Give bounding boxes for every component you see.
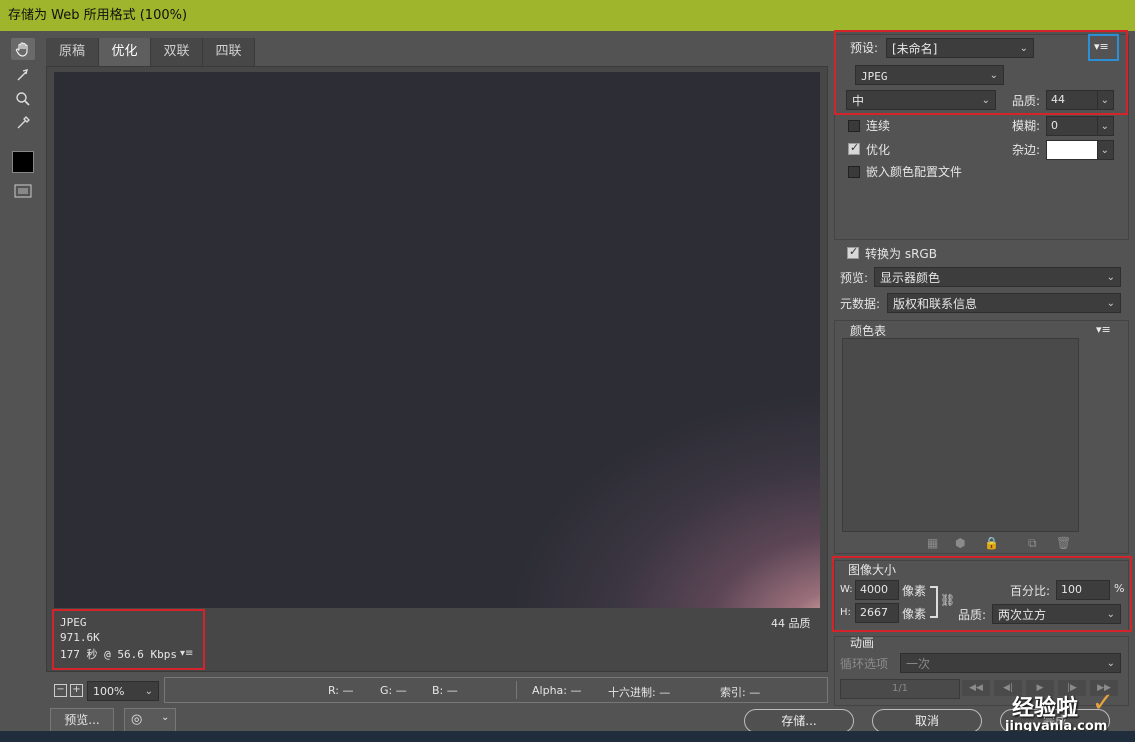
optimized-image-preview[interactable] bbox=[54, 72, 820, 608]
chevron-down-icon: ⌄ bbox=[1106, 658, 1115, 669]
first-frame-icon[interactable]: ◀◀ bbox=[962, 680, 990, 696]
trash-icon[interactable]: 🗑 bbox=[1056, 536, 1071, 550]
loop-options-label: 循环选项 bbox=[840, 657, 889, 671]
divider bbox=[516, 681, 517, 699]
zoom-out-icon[interactable]: − bbox=[54, 684, 67, 697]
readout-alpha: Alpha: — bbox=[532, 684, 582, 697]
metadata-label: 元数据: bbox=[840, 297, 881, 311]
blur-slider-toggle[interactable]: ⌄ bbox=[1097, 116, 1114, 136]
zoom-select[interactable]: 100% ⌄ bbox=[87, 681, 159, 701]
eyedropper-color-swatch[interactable] bbox=[12, 151, 34, 173]
tab-2up[interactable]: 双联 bbox=[151, 38, 203, 66]
readout-b: B: — bbox=[432, 684, 458, 697]
highlight-preview-info bbox=[52, 609, 205, 670]
chevron-down-icon: ⌄ bbox=[144, 686, 153, 697]
browser-select-button[interactable]: ◎ ⌄ bbox=[124, 708, 176, 732]
save-button[interactable]: 存储... bbox=[744, 709, 854, 733]
matte-label: 杂边: bbox=[1012, 143, 1041, 157]
zoom-icon[interactable] bbox=[11, 88, 35, 110]
progressive-checkbox[interactable] bbox=[848, 120, 860, 132]
blur-input[interactable]: 0 bbox=[1046, 116, 1100, 136]
preview-in-browser-button[interactable]: 预览... bbox=[50, 708, 114, 732]
browser-icon: ◎ bbox=[131, 712, 143, 727]
highlight-image-size bbox=[832, 556, 1132, 632]
chevron-down-icon: ⌄ bbox=[1106, 298, 1115, 309]
cancel-button[interactable]: 取消 bbox=[872, 709, 982, 733]
toggle-slices-icon[interactable] bbox=[11, 180, 35, 202]
embed-profile-checkbox[interactable] bbox=[848, 166, 860, 178]
os-taskbar bbox=[0, 731, 1135, 742]
watermark-logo: 经验啦 bbox=[1012, 696, 1079, 721]
chevron-down-icon: ⌄ bbox=[1100, 145, 1109, 156]
map-to-transparent-icon[interactable]: ▦ bbox=[927, 536, 938, 550]
tool-palette bbox=[6, 34, 40, 704]
web-snap-icon[interactable]: ⬢ bbox=[955, 536, 965, 550]
optimized-checkbox[interactable] bbox=[848, 141, 860, 155]
metadata-select[interactable]: 版权和联系信息 ⌄ bbox=[887, 293, 1121, 313]
zoom-in-icon[interactable]: + bbox=[70, 684, 83, 697]
highlight-format-settings bbox=[834, 30, 1128, 115]
chevron-down-icon: ⌄ bbox=[1100, 121, 1109, 132]
metadata-value: 版权和联系信息 bbox=[893, 297, 978, 311]
readout-g: G: — bbox=[380, 684, 407, 697]
color-table-title: 颜色表 bbox=[850, 324, 887, 338]
convert-srgb-checkbox[interactable] bbox=[847, 245, 859, 259]
loop-options-value: 一次 bbox=[906, 657, 931, 671]
zoom-value: 100% bbox=[93, 685, 125, 698]
color-table-grid[interactable] bbox=[842, 338, 1079, 532]
tab-4up[interactable]: 四联 bbox=[203, 38, 255, 66]
window-title: 存储为 Web 所用格式 (100%) bbox=[0, 0, 1135, 31]
chevron-down-icon: ⌄ bbox=[161, 712, 170, 723]
matte-select[interactable]: ⌄ bbox=[1097, 140, 1114, 160]
slice-select-icon[interactable] bbox=[11, 64, 35, 86]
preview-mode-select[interactable]: 显示器颜色 ⌄ bbox=[874, 267, 1121, 287]
animation-title: 动画 bbox=[850, 636, 875, 650]
checkmark-icon: ✓ bbox=[1092, 688, 1114, 718]
optimized-label: 优化 bbox=[866, 143, 891, 157]
readout-r: R: — bbox=[328, 684, 354, 697]
preview-mode-label: 预览: bbox=[840, 271, 869, 285]
chevron-down-icon: ⌄ bbox=[1106, 272, 1115, 283]
new-color-icon[interactable]: ⧉ bbox=[1028, 536, 1037, 551]
loop-options-select[interactable]: 一次 ⌄ bbox=[900, 653, 1121, 673]
matte-color-swatch[interactable] bbox=[1046, 140, 1100, 160]
embed-profile-label: 嵌入颜色配置文件 bbox=[866, 165, 963, 179]
eyedropper-icon[interactable] bbox=[11, 112, 35, 134]
preview-mode-value: 显示器颜色 bbox=[880, 271, 941, 285]
blur-label: 模糊: bbox=[1012, 119, 1041, 133]
readout-index: 索引: — bbox=[720, 686, 761, 699]
tab-original[interactable]: 原稿 bbox=[46, 38, 99, 66]
preview-quality-readout: 44 品质 bbox=[771, 617, 811, 630]
color-table-menu-icon[interactable]: ▾≡ bbox=[1096, 323, 1111, 336]
convert-srgb-label: 转换为 sRGB bbox=[865, 247, 937, 261]
hand-icon[interactable] bbox=[11, 38, 35, 60]
progressive-label: 连续 bbox=[866, 119, 891, 133]
frame-counter: 1/1 bbox=[840, 679, 960, 699]
readout-hex: 十六进制: — bbox=[608, 686, 671, 699]
lock-color-icon[interactable]: 🔒 bbox=[984, 536, 999, 550]
tab-optimized[interactable]: 优化 bbox=[99, 38, 151, 66]
